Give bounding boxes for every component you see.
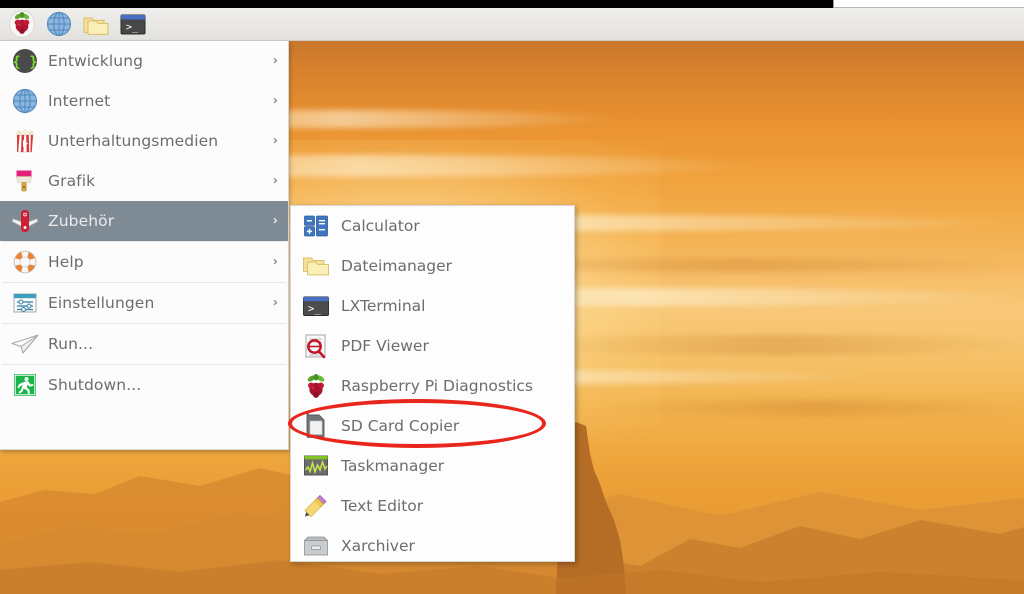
preferences-icon bbox=[8, 287, 42, 319]
paper-plane-icon bbox=[8, 328, 42, 360]
submenu-item-xarchiver[interactable]: Xarchiver bbox=[291, 526, 574, 566]
submenu-item-label: Xarchiver bbox=[341, 537, 415, 555]
paintbrush-icon bbox=[8, 165, 42, 197]
submenu-item-label: Calculator bbox=[341, 217, 420, 235]
exit-runner-icon bbox=[8, 369, 42, 401]
folders-icon bbox=[301, 251, 331, 281]
chevron-right-icon: › bbox=[272, 254, 278, 270]
menu-item-help[interactable]: Help › bbox=[0, 242, 288, 282]
submenu-item-dateimanager[interactable]: Dateimanager bbox=[291, 246, 574, 286]
menu-item-label: Help bbox=[48, 253, 84, 271]
menu-item-shutdown[interactable]: Shutdown... bbox=[0, 365, 288, 405]
submenu-item-label: Taskmanager bbox=[341, 457, 445, 475]
submenu-item-calculator[interactable]: Calculator bbox=[291, 206, 574, 246]
svg-text:>_: >_ bbox=[308, 303, 321, 315]
menu-item-label: Internet bbox=[48, 92, 111, 110]
submenu-item-lxterminal[interactable]: >_ LXTerminal bbox=[291, 286, 574, 326]
terminal-icon[interactable]: >_ bbox=[116, 9, 150, 40]
svg-text:>_: >_ bbox=[126, 22, 139, 33]
menu-item-label: Shutdown... bbox=[48, 376, 142, 394]
screen-top-white-strip bbox=[833, 0, 1024, 8]
zubehor-submenu[interactable]: Calculator Dateimanager >_ LXTerminal PD… bbox=[290, 205, 575, 562]
chevron-right-icon: › bbox=[272, 213, 278, 229]
code-braces-icon: { } bbox=[8, 45, 42, 77]
file-manager-icon[interactable] bbox=[79, 9, 113, 40]
terminal-icon: >_ bbox=[301, 291, 331, 321]
menu-item-unterhaltungsmedien[interactable]: Unterhaltungsmedien › bbox=[0, 121, 288, 161]
screen-top-black-strip bbox=[0, 0, 833, 8]
menu-item-label: Entwicklung bbox=[48, 52, 144, 70]
application-menu[interactable]: { } Entwicklung › Internet › Unterhaltun… bbox=[0, 41, 289, 450]
submenu-item-label: Text Editor bbox=[341, 497, 424, 515]
menu-item-label: Einstellungen bbox=[48, 294, 155, 312]
menu-item-run[interactable]: Run... bbox=[0, 324, 288, 364]
menu-item-grafik[interactable]: Grafik › bbox=[0, 161, 288, 201]
swiss-knife-icon: + bbox=[8, 205, 42, 237]
chevron-right-icon: › bbox=[272, 173, 278, 189]
globe-icon bbox=[8, 85, 42, 117]
raspberry-menu-icon[interactable] bbox=[5, 9, 39, 40]
calculator-icon bbox=[301, 211, 331, 241]
menu-item-internet[interactable]: Internet › bbox=[0, 81, 288, 121]
submenu-item-label: PDF Viewer bbox=[341, 337, 429, 355]
submenu-item-pdf-viewer[interactable]: PDF Viewer bbox=[291, 326, 574, 366]
submenu-item-raspberry-pi-diagnostics[interactable]: Raspberry Pi Diagnostics bbox=[291, 366, 574, 406]
lifebuoy-icon bbox=[8, 246, 42, 278]
web-browser-icon[interactable] bbox=[42, 9, 76, 40]
svg-text:+: + bbox=[23, 212, 27, 218]
menu-item-einstellungen[interactable]: Einstellungen › bbox=[0, 283, 288, 323]
submenu-item-label: LXTerminal bbox=[341, 297, 426, 315]
pdf-magnifier-icon bbox=[301, 331, 331, 361]
popcorn-icon bbox=[8, 125, 42, 157]
submenu-item-label: Raspberry Pi Diagnostics bbox=[341, 377, 533, 395]
sd-card-icon bbox=[301, 411, 331, 441]
svg-text:{ }: { } bbox=[12, 55, 37, 71]
menu-item-label: Grafik bbox=[48, 172, 96, 190]
submenu-item-label: SD Card Copier bbox=[341, 417, 460, 435]
menu-item-label: Unterhaltungsmedien bbox=[48, 132, 219, 150]
submenu-item-taskmanager[interactable]: Taskmanager bbox=[291, 446, 574, 486]
menu-item-label: Run... bbox=[48, 335, 94, 353]
chevron-right-icon: › bbox=[272, 53, 278, 69]
menu-item-entwicklung[interactable]: { } Entwicklung › bbox=[0, 41, 288, 81]
chevron-right-icon: › bbox=[272, 93, 278, 109]
submenu-item-sd-card-copier[interactable]: SD Card Copier bbox=[291, 406, 574, 446]
submenu-item-label: Dateimanager bbox=[341, 257, 453, 275]
menu-item-label: Zubehör bbox=[48, 212, 115, 230]
pencil-icon bbox=[301, 491, 331, 521]
chevron-right-icon: › bbox=[272, 133, 278, 149]
taskbar-panel[interactable]: >_ bbox=[0, 8, 1024, 41]
task-graph-icon bbox=[301, 451, 331, 481]
chevron-right-icon: › bbox=[272, 295, 278, 311]
archive-box-icon bbox=[301, 531, 331, 561]
submenu-item-text-editor[interactable]: Text Editor bbox=[291, 486, 574, 526]
raspberry-icon bbox=[301, 371, 331, 401]
menu-item-zubehor[interactable]: + Zubehör › bbox=[0, 201, 288, 241]
